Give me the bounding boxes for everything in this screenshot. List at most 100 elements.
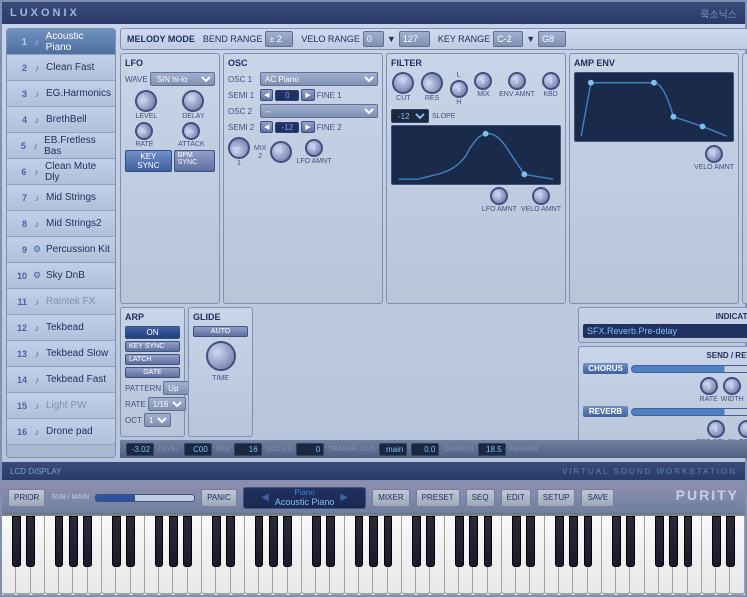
black-key-2[interactable] [55, 516, 64, 567]
black-key-13[interactable] [269, 516, 278, 567]
black-key-26[interactable] [526, 516, 535, 567]
preset-item-4[interactable]: 5♪EB.Fretless Bas [7, 133, 115, 159]
black-key-21[interactable] [426, 516, 435, 567]
osc-lfo-amnt-knob[interactable] [305, 139, 323, 157]
reverb-time-knob[interactable] [738, 420, 747, 438]
black-key-16[interactable] [326, 516, 335, 567]
preset-item-0[interactable]: 1♪Acoustic Piano [7, 29, 115, 55]
preset-item-13[interactable]: 14♪Tekbead Fast [7, 367, 115, 393]
osc-mix-knob2[interactable] [270, 141, 292, 163]
black-key-3[interactable] [69, 516, 78, 567]
black-key-0[interactable] [12, 516, 21, 567]
chorus-rate-knob[interactable] [700, 377, 718, 395]
arp-rate-select[interactable]: 1/161/81/4 [148, 397, 186, 411]
preset-item-14[interactable]: 15♪Light PW [7, 393, 115, 419]
semi1-down-btn[interactable]: ◀ [260, 89, 273, 101]
preset-item-15[interactable]: 16♪Drone pad [7, 419, 115, 445]
black-key-7[interactable] [155, 516, 164, 567]
semi1-up-btn[interactable]: ▶ [301, 89, 314, 101]
filter-velo-knob[interactable] [532, 187, 550, 205]
preset-item-1[interactable]: 2♪Clean Fast [7, 55, 115, 81]
amp-velo-knob[interactable] [705, 145, 723, 163]
preset-item-11[interactable]: 12♪Tekbead [7, 315, 115, 341]
black-key-36[interactable] [726, 516, 735, 567]
velo-max-select[interactable]: 127 [399, 31, 430, 47]
bend-range-select[interactable]: ± 2± 1± 4 [265, 31, 293, 47]
lfo-level-knob[interactable] [131, 86, 161, 116]
glide-time-knob[interactable] [206, 341, 236, 371]
filter-slope-select[interactable]: -12-24 [391, 109, 429, 123]
lfo-bpm-sync-btn[interactable]: BPM SYNC [174, 150, 215, 172]
preset-item-8[interactable]: 9⚙Percussion Kit [7, 237, 115, 263]
preset-item-9[interactable]: 10⚙Sky DnB [7, 263, 115, 289]
mixer-btn[interactable]: MIXER [372, 489, 409, 507]
filter-kbd-knob[interactable] [542, 72, 560, 90]
arp-gate-btn[interactable]: GATE [125, 367, 180, 378]
black-key-1[interactable] [26, 516, 35, 567]
black-key-18[interactable] [369, 516, 378, 567]
black-key-4[interactable] [83, 516, 92, 567]
key-min-select[interactable]: C-2 [493, 31, 523, 47]
preset-item-3[interactable]: 4♪BrethBell [7, 107, 115, 133]
arp-oct-select[interactable]: 123 [144, 413, 171, 427]
black-key-33[interactable] [669, 516, 678, 567]
black-key-6[interactable] [126, 516, 135, 567]
arp-on-btn[interactable]: ON [125, 326, 180, 339]
black-key-30[interactable] [612, 516, 621, 567]
filter-res-knob[interactable] [417, 68, 447, 98]
edit-btn[interactable]: EDIT [501, 489, 531, 507]
filter-lfo-knob[interactable] [490, 187, 508, 205]
black-key-14[interactable] [283, 516, 292, 567]
lfo-rate-knob[interactable] [132, 118, 157, 143]
black-key-19[interactable] [384, 516, 393, 567]
semi2-down-btn[interactable]: ◀ [260, 121, 273, 133]
level-slider[interactable] [95, 494, 195, 502]
velo-min-select[interactable]: 0 [363, 31, 384, 47]
black-key-10[interactable] [212, 516, 221, 567]
black-key-31[interactable] [626, 516, 635, 567]
black-key-15[interactable] [312, 516, 321, 567]
lfo-key-sync-btn[interactable]: KEY SYNC [125, 150, 172, 172]
reverb-predelay-knob[interactable] [707, 420, 725, 438]
preset-item-12[interactable]: 13♪Tekbead Slow [7, 341, 115, 367]
black-key-5[interactable] [112, 516, 121, 567]
black-key-32[interactable] [655, 516, 664, 567]
setup-btn[interactable]: SETUP [537, 489, 576, 507]
osc2-select[interactable]: -- [260, 104, 378, 118]
preset-btn[interactable]: PRESET [416, 489, 460, 507]
arp-key-sync-btn[interactable]: KEY SYNC [125, 341, 180, 352]
black-key-22[interactable] [455, 516, 464, 567]
chorus-slider[interactable] [631, 365, 747, 373]
black-key-28[interactable] [569, 516, 578, 567]
black-key-25[interactable] [512, 516, 521, 567]
filter-env-knob[interactable] [508, 72, 526, 90]
preset-item-10[interactable]: 11♪Raintek FX [7, 289, 115, 315]
reverb-slider[interactable] [631, 408, 747, 416]
key-max-select[interactable]: G8 [538, 31, 566, 47]
filter-cut-knob[interactable] [388, 68, 418, 98]
black-key-17[interactable] [355, 516, 364, 567]
preset-item-7[interactable]: 8♪Mid Strings2 [7, 211, 115, 237]
seq-btn[interactable]: SEQ [466, 489, 495, 507]
black-key-9[interactable] [183, 516, 192, 567]
display-right-arrow[interactable]: ▶ [340, 492, 348, 503]
black-key-11[interactable] [226, 516, 235, 567]
filter-l-knob[interactable] [450, 80, 468, 98]
glide-auto-btn[interactable]: AUTO [193, 326, 248, 337]
osc1-select[interactable]: AC Piano [260, 72, 378, 86]
semi2-up-btn[interactable]: ▶ [301, 121, 314, 133]
black-key-8[interactable] [169, 516, 178, 567]
arp-latch-btn[interactable]: LATCH [125, 354, 180, 365]
preset-item-5[interactable]: 6♪Clean Mute Dly [7, 159, 115, 185]
black-key-12[interactable] [255, 516, 264, 567]
lfo-attack-knob[interactable] [179, 119, 204, 144]
preset-item-6[interactable]: 7♪Mid Strings [7, 185, 115, 211]
black-key-35[interactable] [712, 516, 721, 567]
panic-btn[interactable]: PANIC [201, 489, 237, 507]
osc-mix-knob[interactable] [228, 137, 250, 159]
preset-item-2[interactable]: 3♪EG.Harmonics [7, 81, 115, 107]
black-key-23[interactable] [469, 516, 478, 567]
filter-mix-knob[interactable] [474, 72, 492, 90]
lfo-wave-select[interactable]: SIN hi-loSINSAWSQR [150, 72, 215, 86]
prior-btn[interactable]: PRIOR [8, 489, 45, 507]
